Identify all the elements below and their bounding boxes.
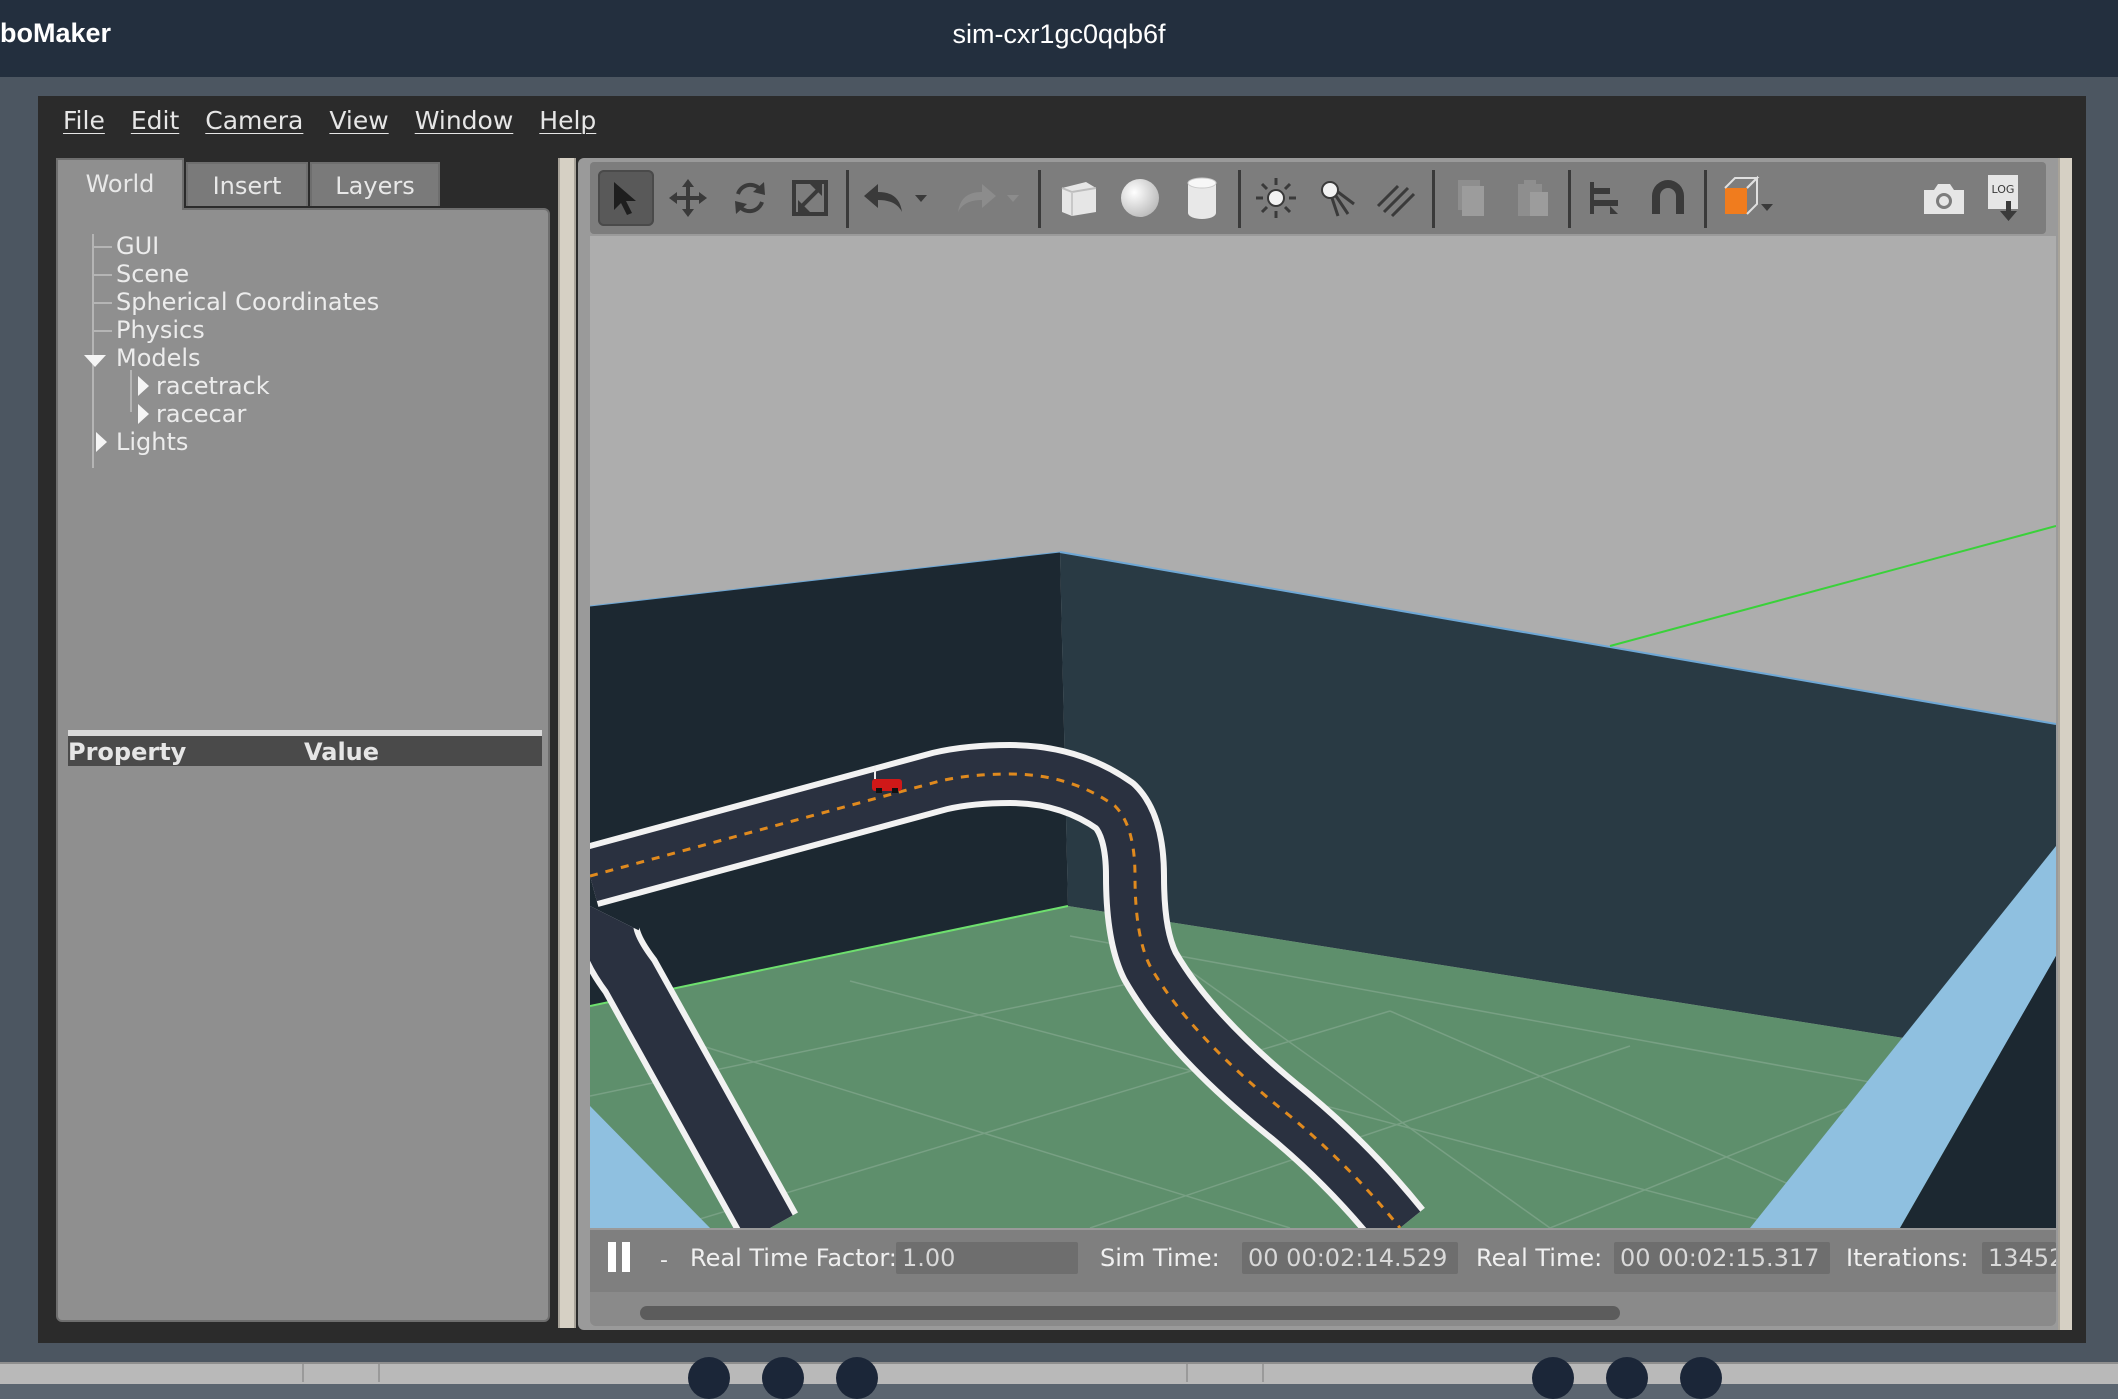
left-panel: World Insert Layers GUI Scene Spherical … xyxy=(56,158,556,1328)
real-time-label: Real Time: xyxy=(1476,1244,1603,1272)
real-time-factor-label: Real Time Factor: xyxy=(690,1244,897,1272)
taskbar-dot xyxy=(1680,1357,1722,1399)
redo-icon xyxy=(948,170,1004,226)
toolbar-separator xyxy=(1704,170,1707,228)
menu-bar: File Edit Camera View Window Help xyxy=(50,100,609,142)
tree-item-gui[interactable]: GUI xyxy=(116,232,159,260)
toolbar-separator xyxy=(1038,170,1041,228)
menu-help[interactable]: Help xyxy=(526,100,609,142)
iterations-label: Iterations: xyxy=(1846,1244,1969,1272)
scene-toolbar: LOG xyxy=(590,162,2046,234)
box-shape-icon[interactable] xyxy=(1050,170,1106,226)
toolbar-separator xyxy=(1432,170,1435,228)
racecar-expand-icon[interactable] xyxy=(138,404,149,428)
tree-item-racecar[interactable]: racecar xyxy=(156,400,246,428)
copy-icon xyxy=(1442,170,1498,226)
simulation-name: sim-cxr1gc0qqb6f xyxy=(952,19,1166,49)
log-icon-label: LOG xyxy=(1992,183,2015,196)
real-time-factor-value: 1.00 xyxy=(896,1242,1078,1274)
sim-time-label: Sim Time: xyxy=(1100,1244,1220,1272)
tab-layers[interactable]: Layers xyxy=(310,162,440,206)
undo-icon[interactable] xyxy=(856,170,912,226)
real-time-value: 00 00:02:15.317 xyxy=(1614,1242,1830,1274)
horizontal-scrollbar[interactable] xyxy=(590,1292,2056,1326)
menu-file[interactable]: File xyxy=(50,100,118,142)
taskbar-dot xyxy=(1606,1357,1648,1399)
tree-guide-line xyxy=(130,370,132,412)
property-table-header: Property Value xyxy=(68,730,542,766)
property-column-header: Property xyxy=(68,738,187,766)
scale-icon[interactable] xyxy=(782,170,838,226)
redo-dropdown-icon xyxy=(998,170,1028,226)
tree-guide-line xyxy=(92,234,94,468)
sim-time-value: 00 00:02:14.529 xyxy=(1242,1242,1458,1274)
racetrack-expand-icon[interactable] xyxy=(138,376,149,400)
iterations-value: 13452 xyxy=(1982,1242,2056,1274)
3d-viewport[interactable] xyxy=(590,236,2056,1228)
taskbar-dot xyxy=(836,1357,878,1399)
tree-guide-line xyxy=(92,330,112,332)
menu-view[interactable]: View xyxy=(316,100,401,142)
tree-item-models[interactable]: Models xyxy=(116,344,201,372)
step-button[interactable]: - xyxy=(660,1248,668,1273)
tree-guide-line xyxy=(92,246,112,248)
tree-guide-line xyxy=(92,274,112,276)
translate-icon[interactable] xyxy=(660,170,716,226)
tree-item-racetrack[interactable]: racetrack xyxy=(156,372,270,400)
tab-insert[interactable]: Insert xyxy=(186,162,308,206)
scrollbar-thumb[interactable] xyxy=(640,1306,1620,1320)
bottom-taskbar xyxy=(0,1362,2118,1384)
rotate-icon[interactable] xyxy=(722,170,778,226)
menu-window[interactable]: Window xyxy=(402,100,527,142)
toolbar-separator xyxy=(1568,170,1571,228)
cylinder-shape-icon[interactable] xyxy=(1174,170,1230,226)
tree-item-spherical-coordinates[interactable]: Spherical Coordinates xyxy=(116,288,379,316)
pause-icon[interactable] xyxy=(606,1240,634,1276)
paste-icon xyxy=(1504,170,1560,226)
taskbar-divider xyxy=(1186,1364,1188,1382)
undo-dropdown-icon[interactable] xyxy=(906,170,936,226)
select-arrow-icon[interactable] xyxy=(598,170,654,226)
models-expand-icon[interactable] xyxy=(84,352,106,371)
tree-item-physics[interactable]: Physics xyxy=(116,316,205,344)
menu-edit[interactable]: Edit xyxy=(118,100,192,142)
value-column-header: Value xyxy=(304,738,380,766)
screenshot-icon[interactable] xyxy=(1916,170,1972,226)
snap-magnet-icon[interactable] xyxy=(1640,170,1696,226)
taskbar-dot xyxy=(688,1357,730,1399)
tree-guide-line xyxy=(92,302,112,304)
status-bar: - Real Time Factor: 1.00 Sim Time: 00 00… xyxy=(590,1230,2056,1292)
render-area: LOG - Real Time Factor: 1.00 Sim Time: 0… xyxy=(578,158,2072,1330)
panel-splitter[interactable] xyxy=(558,158,576,1328)
taskbar-dot xyxy=(762,1357,804,1399)
app-top-bar: boMaker sim-cxr1gc0qqb6f xyxy=(0,0,2118,77)
sphere-shape-icon[interactable] xyxy=(1112,170,1168,226)
scene-render xyxy=(590,236,2056,1228)
spot-light-icon[interactable] xyxy=(1308,170,1364,226)
right-panel-handle[interactable] xyxy=(2058,158,2072,1330)
taskbar-divider xyxy=(1262,1364,1264,1382)
align-icon[interactable] xyxy=(1578,170,1634,226)
view-angle-icon[interactable] xyxy=(1714,170,1784,226)
tree-item-lights[interactable]: Lights xyxy=(116,428,188,456)
world-panel: GUI Scene Spherical Coordinates Physics … xyxy=(56,208,550,1322)
log-icon[interactable]: LOG xyxy=(1976,170,2032,226)
taskbar-divider xyxy=(302,1364,304,1382)
taskbar-divider xyxy=(378,1364,380,1382)
toolbar-separator xyxy=(846,170,849,228)
menu-camera[interactable]: Camera xyxy=(192,100,316,142)
toolbar-separator xyxy=(1238,170,1241,228)
tree-item-scene[interactable]: Scene xyxy=(116,260,189,288)
gazebo-window: File Edit Camera View Window Help World … xyxy=(38,96,2086,1343)
taskbar-dot xyxy=(1532,1357,1574,1399)
directional-light-icon[interactable] xyxy=(1368,170,1424,226)
lights-expand-icon[interactable] xyxy=(96,432,107,456)
point-light-icon[interactable] xyxy=(1248,170,1304,226)
tab-world[interactable]: World xyxy=(56,158,184,210)
